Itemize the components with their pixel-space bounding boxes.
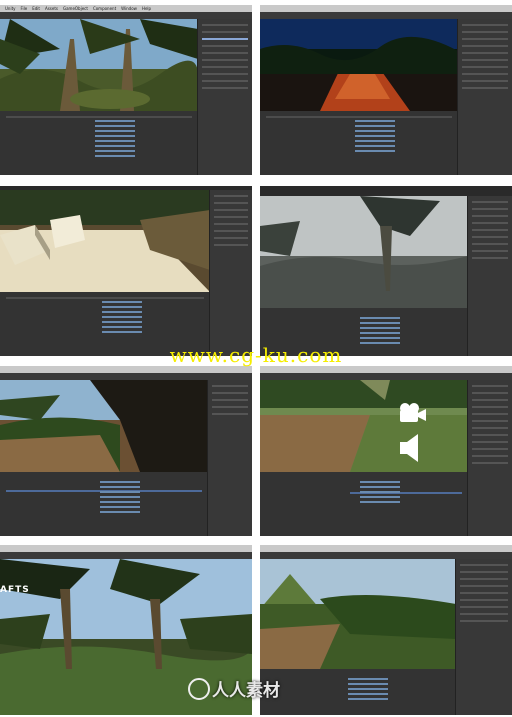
brand-watermark: 人人素材 [212,681,280,701]
editor-screenshot-5 [0,366,252,536]
menu-window[interactable]: Window [121,6,137,11]
scene-view[interactable] [0,19,198,111]
bottom-panels [260,669,456,715]
bottom-panels [0,111,198,175]
menu-bar: Unity File Edit Assets GameObject Component Wi… [0,5,252,12]
inspector-panel[interactable] [457,19,512,175]
lava-path-scene-image [260,19,458,111]
hierarchy-list[interactable] [355,117,395,155]
bottom-panels [0,472,208,536]
hierarchy-list[interactable] [348,675,388,703]
cubes-on-terrain-image [0,190,210,292]
url-watermark: www.cg-ku.com [169,343,343,367]
watermark-logo-icon [188,678,210,700]
toolbar[interactable] [260,12,512,19]
menu-bar [260,545,512,552]
hierarchy-list[interactable] [360,478,400,506]
toolbar[interactable] [260,552,512,559]
inspector-panel[interactable] [209,190,252,356]
menu-bar [260,5,512,12]
camera-gizmo-icon[interactable] [398,402,428,424]
inspector-panel[interactable] [197,19,252,175]
scene-view[interactable] [0,190,210,292]
foggy-jungle-image [260,196,468,308]
editor-screenshot-3 [0,186,252,356]
menu-component[interactable]: Component [93,6,116,11]
editor-screenshot-1: Unity File Edit Assets GameObject Component Wi… [0,5,252,175]
menu-gameobject[interactable]: GameObject [63,6,88,11]
editor-screenshot-2 [260,5,512,175]
inspector-panel[interactable] [455,559,512,715]
menu-bar [0,545,252,552]
inspector-panel[interactable] [207,380,252,536]
jungle-dirt-path-image [0,380,208,472]
hierarchy-list[interactable] [102,298,142,336]
scene-view[interactable] [260,380,468,472]
editor-screenshot-6 [260,366,512,536]
bottom-panels [260,472,468,536]
toolbar[interactable] [0,12,252,19]
inspector-panel[interactable] [467,380,512,536]
editor-screenshot-4 [260,186,512,356]
audio-source-gizmo-icon[interactable] [398,432,422,464]
scene-view[interactable] [260,559,456,669]
hierarchy-list[interactable] [100,478,140,516]
hierarchy-list[interactable] [95,117,135,160]
menu-file[interactable]: File [21,6,28,11]
menu-unity[interactable]: Unity [5,6,16,11]
scene-view[interactable] [0,380,208,472]
scene-view[interactable] [260,196,468,308]
menu-bar [260,366,512,373]
grass-dirt-field-image [260,380,468,472]
menu-assets[interactable]: Assets [45,6,58,11]
menu-help[interactable]: Help [142,6,151,11]
hill-jungle-scene-image [260,559,456,669]
toolbar[interactable] [0,373,252,380]
partial-caption-text: AFTS [0,585,30,595]
menu-edit[interactable]: Edit [32,6,40,11]
inspector-panel[interactable] [467,196,512,356]
menu-bar [0,366,252,373]
scene-view[interactable] [260,19,458,111]
toolbar[interactable] [0,552,252,559]
jungle-scene-image [0,19,198,111]
bottom-panels [260,111,458,175]
toolbar[interactable] [260,373,512,380]
editor-screenshot-8 [260,545,512,715]
